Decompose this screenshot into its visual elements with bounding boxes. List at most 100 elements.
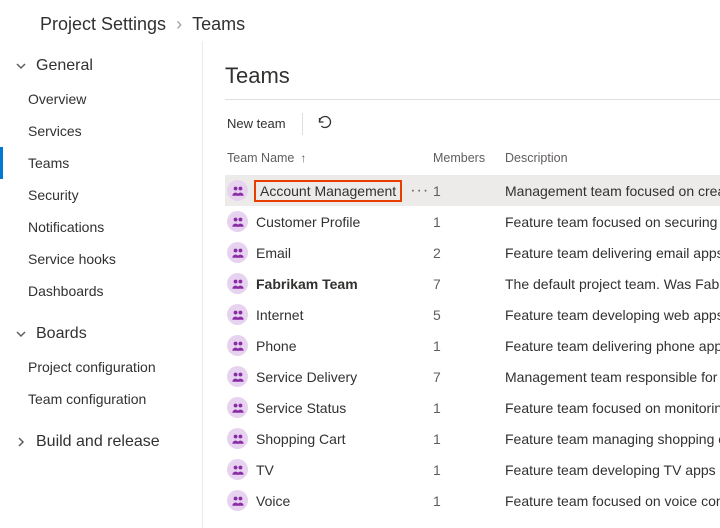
cell-description: Feature team delivering email apps (505, 245, 720, 261)
cell-team-name: Account Management ··· (225, 180, 433, 202)
team-icon (227, 366, 248, 387)
cell-members: 1 (433, 214, 505, 230)
team-icon (227, 304, 248, 325)
table-row[interactable]: Service Delivery 7Management team respons… (225, 361, 720, 392)
team-name-link[interactable]: Account Management (254, 180, 402, 202)
sidebar-group-header[interactable]: General (0, 49, 202, 83)
sidebar-item[interactable]: Dashboards (0, 275, 202, 307)
breadcrumb-parent[interactable]: Project Settings (40, 14, 166, 35)
sidebar-group-label: Boards (36, 325, 87, 343)
page-title: Teams (225, 63, 720, 89)
table-row[interactable]: Shopping Cart 1Feature team managing shop… (225, 423, 720, 454)
cell-description: Feature team focused on voice communica (505, 493, 720, 509)
team-icon (227, 211, 248, 232)
sidebar-item[interactable]: Overview (0, 83, 202, 115)
team-name-link[interactable]: Shopping Cart (256, 431, 346, 447)
team-name-link[interactable]: Customer Profile (256, 214, 360, 230)
table-header: Team Name ↑ Members Description (225, 145, 720, 175)
column-header-description[interactable]: Description (505, 151, 720, 165)
cell-team-name: Voice (225, 490, 433, 511)
table-row[interactable]: Customer Profile 1Feature team focused on… (225, 206, 720, 237)
chevron-down-icon (14, 328, 28, 340)
team-name-link[interactable]: Phone (256, 338, 296, 354)
breadcrumb: Project Settings › Teams (0, 0, 720, 41)
cell-description: Feature team developing web apps (505, 307, 720, 323)
cell-members: 1 (433, 183, 505, 199)
chevron-down-icon (14, 60, 28, 72)
table-row[interactable]: Account Management ···1Management team fo… (225, 175, 720, 206)
cell-description: Management team focused on creating an (505, 183, 720, 199)
team-name-link[interactable]: Email (256, 245, 291, 261)
team-icon (227, 490, 248, 511)
cell-team-name: Internet (225, 304, 433, 325)
sidebar-item[interactable]: Teams (0, 147, 202, 179)
sidebar-item[interactable]: Service hooks (0, 243, 202, 275)
cell-description: Feature team focused on securing account (505, 214, 720, 230)
table-row[interactable]: Fabrikam Team7The default project team. … (225, 268, 720, 299)
sidebar-group-label: Build and release (36, 433, 160, 451)
table-row[interactable]: Email 2Feature team delivering email apps (225, 237, 720, 268)
table-row[interactable]: Internet 5Feature team developing web app… (225, 299, 720, 330)
cell-members: 7 (433, 369, 505, 385)
cell-members: 1 (433, 400, 505, 416)
cell-team-name: Fabrikam Team (225, 273, 433, 294)
sidebar-item[interactable]: Services (0, 115, 202, 147)
team-icon (227, 428, 248, 449)
divider (302, 113, 303, 135)
refresh-button[interactable] (317, 114, 333, 133)
team-name-link[interactable]: Service Delivery (256, 369, 357, 385)
team-name-link[interactable]: Voice (256, 493, 290, 509)
breadcrumb-current: Teams (192, 14, 245, 35)
cell-members: 2 (433, 245, 505, 261)
sort-asc-icon: ↑ (300, 151, 306, 165)
cell-team-name: Customer Profile (225, 211, 433, 232)
sidebar-item[interactable]: Team configuration (0, 383, 202, 415)
sidebar-item[interactable]: Notifications (0, 211, 202, 243)
cell-members: 1 (433, 493, 505, 509)
chevron-right-icon (14, 436, 28, 448)
table-row[interactable]: Voice 1Feature team focused on voice comm… (225, 485, 720, 516)
sidebar-item[interactable]: Project configuration (0, 351, 202, 383)
divider (225, 99, 720, 100)
team-icon (227, 459, 248, 480)
cell-team-name: Service Status (225, 397, 433, 418)
cell-description: The default project team. Was Fabrikam F… (505, 276, 720, 292)
cell-members: 1 (433, 462, 505, 478)
column-header-name[interactable]: Team Name ↑ (225, 151, 433, 165)
table-row[interactable]: Phone 1Feature team delivering phone apps (225, 330, 720, 361)
refresh-icon (317, 114, 333, 130)
table-row[interactable]: TV 1Feature team developing TV apps (225, 454, 720, 485)
sidebar-group-label: General (36, 57, 93, 75)
cell-team-name: Shopping Cart (225, 428, 433, 449)
cell-description: Feature team managing shopping cart app (505, 431, 720, 447)
cell-team-name: Phone (225, 335, 433, 356)
cell-description: Feature team focused on monitoring and a (505, 400, 720, 416)
cell-members: 5 (433, 307, 505, 323)
team-icon (227, 242, 248, 263)
sidebar-group-header[interactable]: Build and release (0, 425, 202, 459)
cell-description: Feature team developing TV apps (505, 462, 720, 478)
sidebar-group-header[interactable]: Boards (0, 317, 202, 351)
table-row[interactable]: Service Status 1Feature team focused on m… (225, 392, 720, 423)
cell-description: Feature team delivering phone apps (505, 338, 720, 354)
cell-members: 1 (433, 431, 505, 447)
sidebar-item[interactable]: Security (0, 179, 202, 211)
cell-members: 1 (433, 338, 505, 354)
team-icon (227, 335, 248, 356)
column-header-members[interactable]: Members (433, 151, 505, 165)
team-name-link[interactable]: Internet (256, 307, 303, 323)
more-actions-icon[interactable]: ··· (410, 182, 429, 200)
team-name-link[interactable]: Service Status (256, 400, 346, 416)
team-icon (227, 397, 248, 418)
team-name-link[interactable]: TV (256, 462, 274, 478)
teams-table: Team Name ↑ Members Description Account … (225, 145, 720, 516)
team-icon (227, 180, 248, 201)
cell-description: Management team responsible for ensure (505, 369, 720, 385)
main-content: Teams New team Team Name ↑ (203, 41, 720, 528)
team-name-link[interactable]: Fabrikam Team (256, 276, 358, 292)
new-team-button[interactable]: New team (225, 112, 288, 135)
team-icon (227, 273, 248, 294)
toolbar: New team (225, 108, 720, 145)
cell-team-name: Email (225, 242, 433, 263)
cell-team-name: TV (225, 459, 433, 480)
